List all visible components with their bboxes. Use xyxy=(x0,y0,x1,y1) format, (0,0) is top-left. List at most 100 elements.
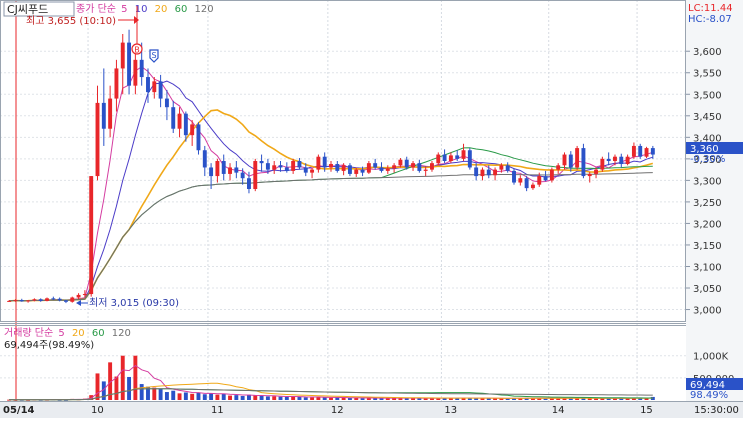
time-axis-label: 10 xyxy=(91,405,104,416)
price-tick-label: 3,200 xyxy=(693,219,722,230)
time-axis-label: 12 xyxy=(331,405,344,416)
candle-body xyxy=(70,297,75,302)
volume-bar xyxy=(341,398,346,400)
vol-ma20: 20 xyxy=(72,328,85,339)
vol-ma120: 120 xyxy=(112,328,131,339)
price-tick-label: 3,000 xyxy=(693,306,722,317)
candle-body xyxy=(543,176,548,181)
candle-body xyxy=(108,98,113,129)
candle-body xyxy=(234,167,239,173)
candle-body xyxy=(253,161,258,189)
volume-bar xyxy=(379,398,384,400)
volume-bar xyxy=(259,396,264,400)
candle-body xyxy=(373,163,378,168)
candle-body xyxy=(316,156,321,170)
candle-body xyxy=(524,178,529,189)
candle-body xyxy=(26,300,31,302)
candle-body xyxy=(13,300,18,302)
legend-ma60: 60 xyxy=(175,4,188,15)
volume-bar xyxy=(297,396,302,400)
candle-body xyxy=(512,170,516,183)
candle-body xyxy=(335,164,340,171)
legend-ma-title: 종가 단순 xyxy=(76,3,116,15)
candle-body xyxy=(221,161,226,174)
time-axis-label: 15 xyxy=(640,405,653,416)
volume-bar xyxy=(360,398,365,400)
volume-bar xyxy=(202,394,207,400)
candle-body xyxy=(505,165,510,171)
candle-body xyxy=(417,163,422,171)
volume-bar xyxy=(158,388,163,400)
candle-body xyxy=(379,167,384,171)
candlestick-chart[interactable]: 3,0003,0503,1003,1503,2003,2503,3003,350… xyxy=(0,0,743,418)
volume-bar xyxy=(95,373,100,400)
candle-body xyxy=(619,156,624,165)
time-axis-label: 05/14 xyxy=(3,405,35,416)
volume-bar xyxy=(303,397,308,400)
legend-ma5: 5 xyxy=(121,4,127,15)
volume-bar xyxy=(177,393,182,400)
candle-body xyxy=(265,163,270,170)
time-axis-label: 14 xyxy=(552,405,565,416)
candle-body xyxy=(45,298,49,301)
candle-body xyxy=(152,81,157,93)
candle-body xyxy=(436,154,441,164)
candle-body xyxy=(430,163,434,170)
candle-body xyxy=(354,169,359,174)
time-axis-label: 13 xyxy=(444,405,457,416)
candle-body xyxy=(625,156,630,165)
volume-bar xyxy=(240,396,245,400)
candle-body xyxy=(183,113,188,136)
volume-bar xyxy=(127,376,132,400)
price-tick-label: 3,550 xyxy=(693,69,722,80)
candle-body xyxy=(644,148,649,157)
volume-bar xyxy=(228,395,232,400)
candle-body xyxy=(594,169,599,174)
candle-body xyxy=(493,169,498,176)
candle-body xyxy=(392,165,397,169)
time-axis-background xyxy=(0,402,743,418)
candle-body xyxy=(530,184,535,189)
candle-body xyxy=(581,148,586,177)
volume-info: 69,494주(98.49%) xyxy=(4,340,94,351)
candle-body xyxy=(272,165,277,170)
legend-ma20: 20 xyxy=(155,4,168,15)
candle-body xyxy=(82,294,87,296)
candle-body xyxy=(171,107,176,129)
low-annotation: 최저 3,015 (09:30) xyxy=(89,297,179,309)
candle-body xyxy=(7,300,12,302)
candle-body xyxy=(467,150,472,168)
candle-body xyxy=(518,178,523,183)
candle-body xyxy=(146,77,150,93)
candle-body xyxy=(164,98,169,108)
candle-body xyxy=(549,169,554,181)
current-time: 15:30:00 xyxy=(694,405,739,416)
candle-body xyxy=(347,165,352,174)
candle-body xyxy=(606,158,611,162)
buy-marker[interactable]: B xyxy=(131,43,143,55)
candle-body xyxy=(455,155,460,159)
volume-label: 거래량 단순 xyxy=(4,327,53,339)
candle-body xyxy=(57,298,62,301)
candle-body xyxy=(398,159,403,166)
vol-ma5: 5 xyxy=(58,328,64,339)
candle-body xyxy=(303,167,308,173)
price-tick-label: 3,450 xyxy=(693,112,722,123)
volume-bar xyxy=(253,395,258,400)
candle-body xyxy=(228,167,232,174)
price-tick-label: 3,150 xyxy=(693,241,722,252)
volume-bar xyxy=(183,392,188,400)
candle-body xyxy=(613,156,617,162)
candle-body xyxy=(556,165,561,170)
candle-body xyxy=(209,167,214,177)
candle-body xyxy=(139,59,144,78)
candle-body xyxy=(499,165,504,170)
candle-body xyxy=(568,154,573,168)
candle-body xyxy=(114,68,119,99)
volume-bar xyxy=(152,387,157,400)
price-tick-label: 3,300 xyxy=(693,176,722,187)
volume-bar xyxy=(171,390,176,400)
candle-body xyxy=(650,148,655,155)
candle-body xyxy=(461,150,466,159)
candle-body xyxy=(202,150,207,168)
